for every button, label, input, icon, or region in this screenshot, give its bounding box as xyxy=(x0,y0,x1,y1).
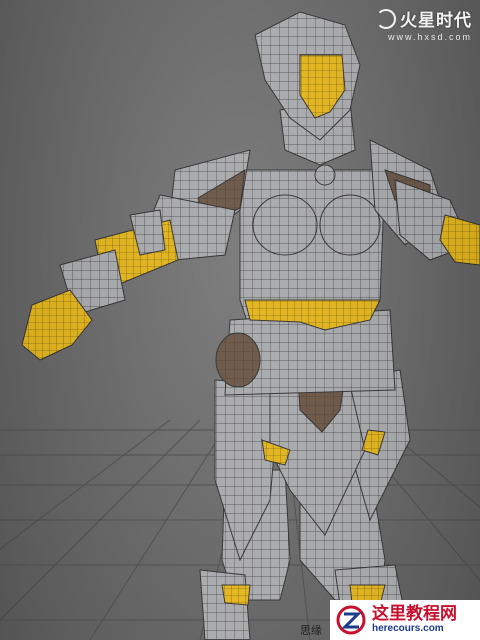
armored-character-model[interactable] xyxy=(0,0,480,640)
herecours-logo-icon xyxy=(336,605,366,635)
site-name: 这里教程网 xyxy=(372,604,457,624)
hxsd-logo-icon xyxy=(376,8,396,29)
helmet xyxy=(254,11,361,166)
watermark-logo-text: 火星时代 xyxy=(400,11,472,31)
arm-left xyxy=(59,194,236,316)
belt-pouch xyxy=(215,332,261,388)
watermark-url: www.hxsd.com xyxy=(387,32,472,42)
watermark-hxsd: 火星时代 www.hxsd.com xyxy=(376,6,472,42)
3d-viewport[interactable]: 火星时代 www.hxsd.com 思缘 这里教程网 herecours.com xyxy=(0,0,480,640)
partial-watermark-text: 思缘 xyxy=(300,624,322,637)
watermark-herecours: 这里教程网 herecours.com xyxy=(330,600,480,640)
site-url: herecours.com xyxy=(372,623,444,634)
